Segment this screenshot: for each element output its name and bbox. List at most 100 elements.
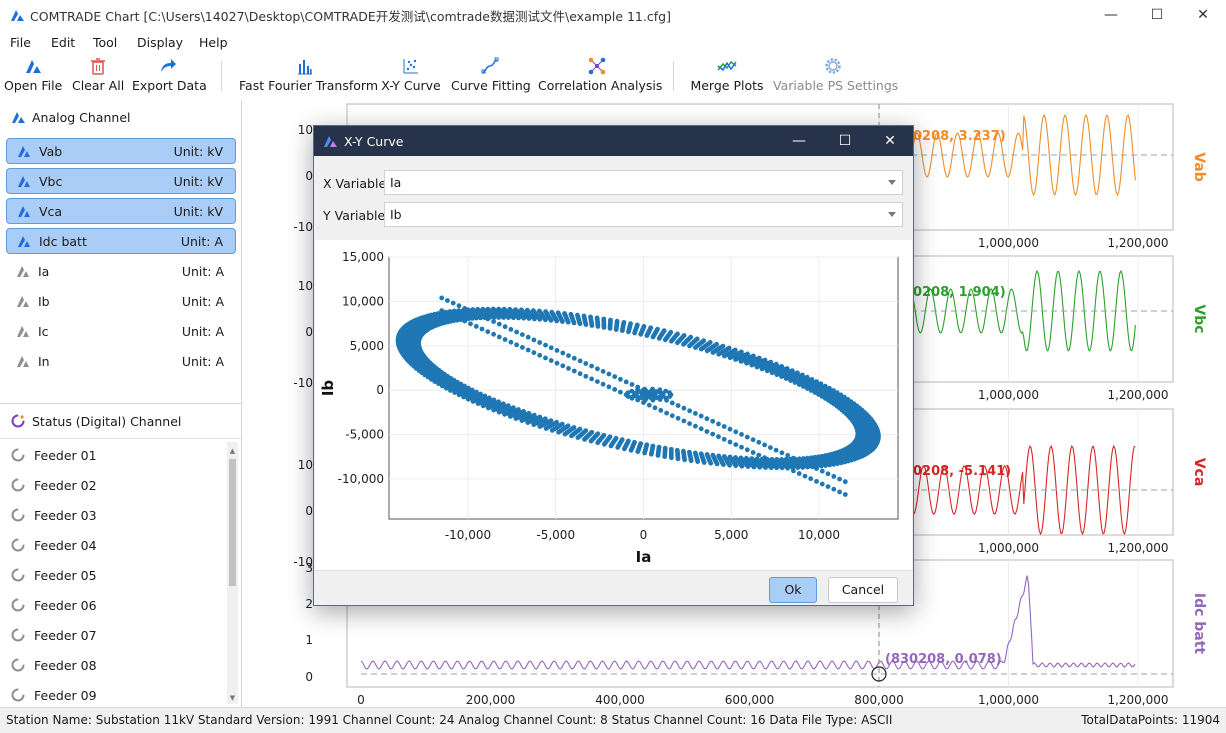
- open-file-label: Open File: [4, 78, 63, 93]
- network-icon: [588, 57, 606, 74]
- data-point: [710, 350, 716, 355]
- data-point: [779, 450, 785, 456]
- data-point: [738, 455, 744, 461]
- data-point: [675, 415, 681, 421]
- channel-name: Ic: [38, 323, 49, 339]
- data-point: [681, 341, 686, 347]
- data-point: [773, 447, 779, 453]
- x-variable-label: X Variable:: [323, 176, 391, 191]
- data-point: [537, 414, 543, 420]
- data-point: [543, 355, 548, 361]
- menu-edit[interactable]: Edit: [51, 35, 75, 50]
- data-point: [825, 484, 831, 489]
- analog-channel-item[interactable]: Idc batt Unit: A: [6, 228, 236, 254]
- data-point: [764, 368, 770, 374]
- feeder-name: Feeder 03: [34, 507, 97, 523]
- data-point: [773, 460, 779, 466]
- feeder-name: Feeder 09: [34, 687, 97, 703]
- data-point: [796, 382, 802, 387]
- xy-scatter-chart[interactable]: -10,000 -5,000 0 5,000 10,000 -10,000 -5,000 0 5…: [315, 240, 912, 570]
- data-point: [716, 453, 722, 459]
- analog-channel-item[interactable]: Ic Unit: A: [6, 318, 236, 344]
- analog-channel-item[interactable]: Vab Unit: kV: [6, 138, 236, 164]
- dialog-title: X-Y Curve: [344, 134, 404, 149]
- y-tick-label: 10: [298, 458, 313, 472]
- menu-tool[interactable]: Tool: [93, 35, 117, 50]
- feeder-item[interactable]: Feeder 07: [10, 627, 97, 643]
- data-point: [733, 455, 738, 460]
- dialog-close-button[interactable]: ✕: [867, 126, 913, 156]
- data-point: [543, 317, 548, 323]
- data-point: [750, 450, 756, 455]
- x-tick-label: 1,200,000: [1107, 541, 1168, 555]
- x-variable-select[interactable]: Ia: [384, 170, 903, 195]
- maximize-button[interactable]: ☐: [1134, 0, 1180, 31]
- scroll-up-icon[interactable]: ▲: [229, 447, 236, 455]
- data-point: [619, 437, 625, 443]
- data-point: [491, 319, 496, 324]
- data-point: [595, 324, 601, 329]
- data-point: [600, 369, 606, 374]
- close-button[interactable]: ✕: [1180, 0, 1226, 31]
- xy-curve-button[interactable]: X-Y Curve: [380, 53, 442, 98]
- ok-button[interactable]: Ok: [769, 577, 817, 603]
- data-point: [511, 315, 516, 321]
- dialog-maximize-button[interactable]: ☐: [822, 126, 868, 156]
- data-point: [571, 425, 577, 430]
- fft-button[interactable]: Fast Fourier Transform: [239, 53, 378, 98]
- variable-ps-settings-button[interactable]: Variable PS Settings: [773, 53, 898, 98]
- data-point: [626, 329, 631, 335]
- data-point: [554, 318, 560, 324]
- data-point: [583, 322, 589, 327]
- data-point: [744, 360, 749, 366]
- feeder-item[interactable]: Feeder 02: [10, 477, 97, 493]
- menu-file[interactable]: File: [10, 35, 31, 50]
- merge-plots-label: Merge Plots: [690, 78, 764, 93]
- analog-channel-item[interactable]: In Unit: A: [6, 348, 236, 374]
- channel-name: Vab: [39, 143, 63, 159]
- correlation-analysis-button[interactable]: Correlation Analysis: [538, 53, 662, 98]
- feeder-item[interactable]: Feeder 05: [10, 567, 97, 583]
- cancel-button[interactable]: Cancel: [828, 577, 898, 603]
- data-point: [502, 324, 508, 330]
- feeder-item[interactable]: Feeder 06: [10, 597, 97, 613]
- feeder-item[interactable]: Feeder 04: [10, 537, 97, 553]
- data-point: [656, 444, 662, 450]
- data-point: [554, 360, 560, 366]
- data-point: [662, 445, 668, 451]
- y-tick-label: 5,000: [350, 339, 384, 353]
- scroll-down-icon[interactable]: ▼: [229, 694, 236, 702]
- dialog-title-bar: X-Y Curve — ☐ ✕: [314, 126, 913, 156]
- x-tick-label: 1,200,000: [1107, 693, 1168, 707]
- data-point: [502, 337, 508, 342]
- data-point: [526, 316, 532, 321]
- feeder-item[interactable]: Feeder 01: [10, 447, 97, 463]
- data-point: [439, 295, 445, 301]
- analog-channel-item[interactable]: Vbc Unit: kV: [6, 168, 236, 194]
- analog-channel-item[interactable]: Ia Unit: A: [6, 258, 236, 284]
- open-file-button[interactable]: Open File: [4, 53, 62, 98]
- analog-channel-header: Analog Channel: [10, 109, 130, 125]
- data-point: [456, 316, 462, 321]
- y-tick-label: 2: [305, 597, 313, 611]
- export-data-button[interactable]: Export Data: [132, 53, 207, 98]
- analog-channel-item[interactable]: Ib Unit: A: [6, 288, 236, 314]
- data-point: [537, 340, 543, 345]
- merge-plots-button[interactable]: Merge Plots: [690, 53, 764, 98]
- y-variable-select[interactable]: Ib: [384, 202, 903, 227]
- feeder-item[interactable]: Feeder 09: [10, 687, 97, 703]
- menu-help[interactable]: Help: [199, 35, 228, 50]
- analog-channel-item[interactable]: Vca Unit: kV: [6, 198, 236, 224]
- data-point: [675, 403, 681, 408]
- curve-fitting-button[interactable]: Curve Fitting: [451, 53, 531, 98]
- data-point: [819, 468, 825, 474]
- feeder-scrollbar-thumb[interactable]: [229, 459, 236, 586]
- minimize-button[interactable]: —: [1088, 0, 1134, 31]
- dialog-minimize-button[interactable]: —: [776, 126, 822, 156]
- channel-unit: Unit: kV: [173, 143, 223, 159]
- feeder-item[interactable]: Feeder 08: [10, 657, 97, 673]
- menu-display[interactable]: Display: [137, 35, 183, 50]
- feeder-item[interactable]: Feeder 03: [10, 507, 97, 523]
- data-point: [681, 448, 686, 454]
- clear-all-button[interactable]: Clear All: [72, 53, 124, 98]
